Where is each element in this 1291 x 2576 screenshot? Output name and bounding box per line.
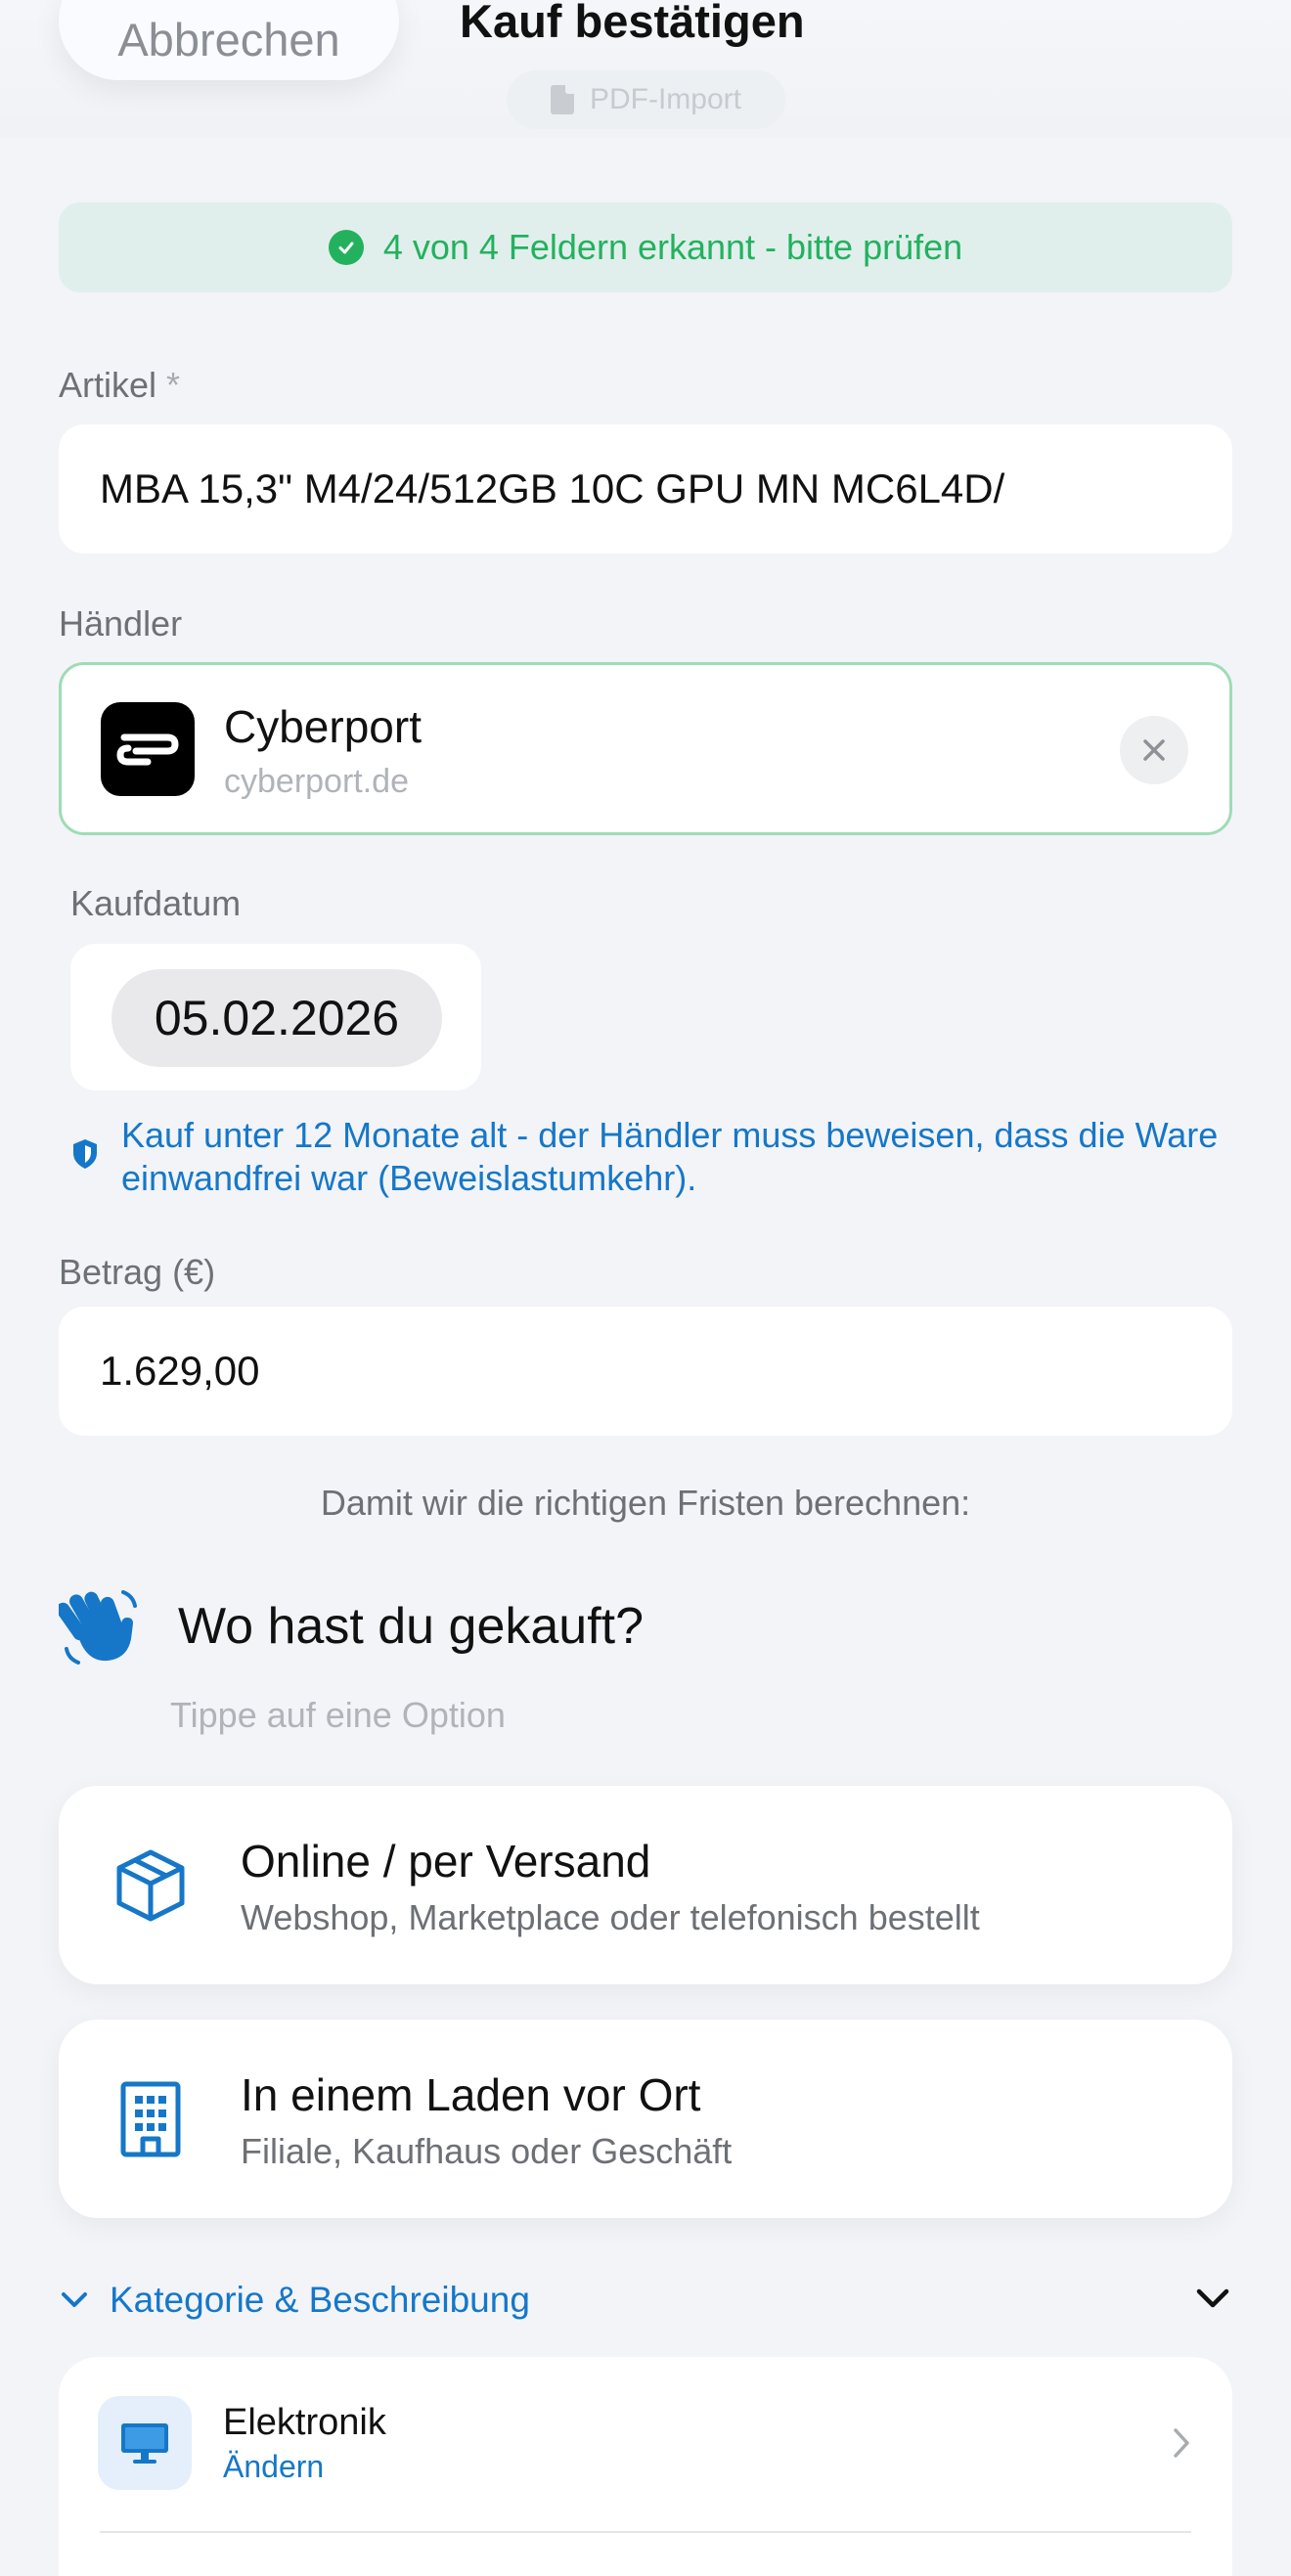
shield-icon bbox=[73, 1139, 97, 1169]
import-source-badge: PDF-Import bbox=[507, 70, 785, 129]
check-circle-icon bbox=[328, 230, 364, 265]
recognition-text: 4 von 4 Feldern erkannt - bitte prüfen bbox=[382, 227, 963, 267]
option-online-title: Online / per Versand bbox=[241, 1836, 651, 1887]
category-section-label: Kategorie & Beschreibung bbox=[110, 2280, 530, 2320]
date-field: 05.02.2026 bbox=[70, 944, 481, 1090]
deadline-intro: Damit wir die richtigen Fristen berechne… bbox=[320, 1483, 971, 1523]
change-category-link[interactable]: Ändern bbox=[223, 2449, 324, 2485]
package-icon bbox=[116, 1849, 185, 1922]
option-store-description: Filiale, Kaufhaus oder Geschäft bbox=[241, 2131, 733, 2171]
merchant-domain: cyberport.de bbox=[224, 763, 409, 800]
cancel-button[interactable]: Abbrechen bbox=[59, 0, 399, 80]
option-online-description: Webshop, Marketplace oder telefonisch be… bbox=[241, 1897, 980, 1937]
monitor-icon bbox=[121, 2423, 168, 2464]
category-card: Elektronik Ändern bbox=[59, 2357, 1232, 2576]
category-name: Elektronik bbox=[223, 2402, 386, 2443]
merchant-name: Cyberport bbox=[224, 701, 422, 752]
question-row: Wo hast du gekauft? bbox=[59, 1584, 644, 1668]
merchant-field[interactable]: Cyberport cyberport.de bbox=[59, 662, 1232, 835]
category-icon bbox=[98, 2396, 192, 2490]
purchase-location-question: Wo hast du gekauft? bbox=[178, 1598, 645, 1655]
date-picker[interactable]: 05.02.2026 bbox=[111, 969, 442, 1067]
recognition-banner: 4 von 4 Feldern erkannt - bitte prüfen bbox=[59, 202, 1232, 292]
article-input[interactable]: MBA 15,3" M4/24/512GB 10C GPU MN MC6L4D/ bbox=[59, 424, 1232, 554]
chevron-down-icon[interactable] bbox=[1193, 2285, 1232, 2314]
option-store[interactable]: In einem Laden vor Ort Filiale, Kaufhaus… bbox=[59, 2020, 1232, 2218]
chevron-right-icon[interactable] bbox=[1170, 2425, 1193, 2461]
warranty-notice: Kauf unter 12 Monate alt - der Händler m… bbox=[70, 1114, 1234, 1200]
category-section-toggle[interactable]: Kategorie & Beschreibung bbox=[59, 2277, 1232, 2324]
required-mark: * bbox=[166, 365, 181, 405]
article-label-text: Artikel bbox=[59, 365, 157, 405]
waving-hand-icon bbox=[59, 1590, 137, 1665]
clear-merchant-button[interactable] bbox=[1120, 716, 1188, 784]
amount-label: Betrag (€) bbox=[59, 1252, 216, 1292]
chevron-down-icon bbox=[62, 2292, 87, 2307]
page-title: Kauf bestätigen bbox=[460, 0, 805, 47]
warranty-notice-text: Kauf unter 12 Monate alt - der Händler m… bbox=[121, 1115, 1219, 1198]
import-source-label: PDF-Import bbox=[589, 83, 741, 115]
divider bbox=[100, 2531, 1191, 2533]
article-label: Artikel * bbox=[59, 365, 180, 406]
date-label: Kaufdatum bbox=[70, 883, 242, 923]
option-store-title: In einem Laden vor Ort bbox=[241, 2069, 701, 2120]
merchant-logo bbox=[101, 702, 195, 796]
close-icon bbox=[1143, 739, 1165, 761]
option-hint: Tippe auf eine Option bbox=[170, 1695, 506, 1735]
document-icon bbox=[550, 85, 574, 114]
merchant-label: Händler bbox=[59, 603, 183, 644]
confirm-purchase-screen: Abbrechen Kauf bestätigen PDF-Import 4 v… bbox=[0, 0, 1291, 2576]
option-online[interactable]: Online / per Versand Webshop, Marketplac… bbox=[59, 1786, 1232, 1984]
amount-input[interactable]: 1.629,00 bbox=[59, 1307, 1232, 1436]
building-icon bbox=[120, 2081, 181, 2157]
